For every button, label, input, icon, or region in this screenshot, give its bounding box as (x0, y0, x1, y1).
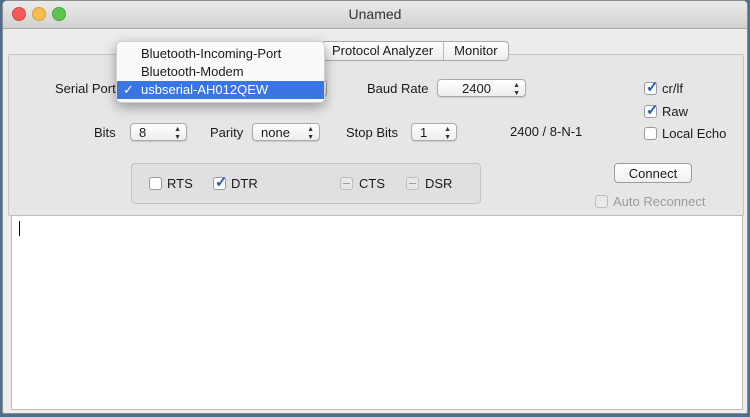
local-echo-label: Local Echo (662, 126, 727, 141)
bits-value: 8 (139, 125, 147, 140)
parity-value: none (261, 125, 290, 140)
menu-item-bluetooth-modem[interactable]: Bluetooth-Modem (117, 63, 324, 81)
connect-button[interactable]: Connect (614, 163, 692, 183)
serial-port-menu: Bluetooth-Incoming-Port Bluetooth-Modem … (116, 41, 325, 103)
raw-checkbox[interactable]: ✓ (644, 102, 659, 119)
tab-bar: Protocol Analyzer Monitor (321, 41, 509, 61)
bits-label: Bits (94, 125, 116, 140)
baud-rate-popup[interactable]: 2400 ▲ ▼ (437, 79, 526, 97)
updown-arrows-icon: ▲ ▼ (513, 82, 520, 97)
parity-label: Parity (210, 125, 244, 140)
dtr-checkbox[interactable]: ✓ (213, 174, 228, 191)
menu-item-bluetooth-incoming-port[interactable]: Bluetooth-Incoming-Port (117, 45, 324, 63)
auto-reconnect-checkbox[interactable] (595, 195, 608, 208)
cts-indicator (340, 177, 353, 190)
rts-label: RTS (167, 176, 193, 191)
updown-arrows-icon: ▲ ▼ (444, 126, 451, 141)
baud-rate-label: Baud Rate (367, 81, 429, 96)
baud-rate-value: 2400 (462, 81, 491, 96)
terminal-output[interactable] (11, 215, 743, 410)
dtr-label: DTR (231, 176, 258, 191)
parity-popup[interactable]: none ▲ ▼ (252, 123, 320, 141)
dash-icon (409, 183, 416, 184)
stop-bits-value: 1 (420, 125, 428, 140)
bits-popup[interactable]: 8 ▲ ▼ (130, 123, 187, 141)
crlf-checkbox[interactable]: ✓ (644, 79, 659, 96)
app-window: Unamed Protocol Analyzer Monitor Serial … (2, 0, 748, 414)
stop-bits-popup[interactable]: 1 ▲ ▼ (411, 123, 457, 141)
stop-bits-label: Stop Bits (346, 125, 399, 140)
dash-icon (343, 183, 350, 184)
serial-port-label: Serial Port (55, 81, 116, 96)
checkmark-icon: ✓ (646, 102, 659, 119)
text-caret (19, 221, 20, 236)
title-bar[interactable]: Unamed (3, 1, 747, 29)
checkmark-icon: ✓ (215, 174, 228, 191)
updown-arrows-icon: ▲ ▼ (307, 126, 314, 141)
window-title: Unamed (348, 6, 402, 22)
dsr-indicator (406, 177, 419, 190)
updown-arrows-icon: ▲ ▼ (174, 126, 181, 141)
tab-protocol-analyzer[interactable]: Protocol Analyzer (322, 42, 443, 60)
auto-reconnect-label: Auto Reconnect (613, 194, 706, 209)
dsr-label: DSR (425, 176, 453, 191)
tab-monitor[interactable]: Monitor (443, 42, 507, 60)
serial-summary: 2400 / 8-N-1 (510, 124, 583, 139)
checkmark-icon: ✓ (123, 82, 134, 97)
menu-item-usbserial[interactable]: ✓ usbserial-AH012QEW (117, 81, 324, 99)
local-echo-checkbox[interactable] (644, 127, 657, 140)
checkmark-icon: ✓ (646, 79, 659, 96)
raw-label: Raw (662, 104, 689, 119)
rts-checkbox[interactable] (149, 177, 162, 190)
crlf-label: cr/lf (662, 81, 683, 96)
cts-label: CTS (359, 176, 385, 191)
